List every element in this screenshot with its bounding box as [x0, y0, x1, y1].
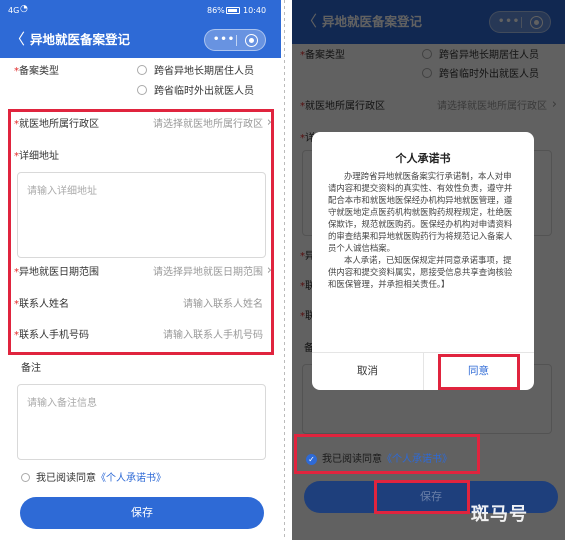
back-icon[interactable]: 〈: [10, 30, 25, 48]
date-select[interactable]: 请选择异地就医日期范围: [153, 266, 263, 280]
wifi-icon: ◔: [20, 4, 28, 14]
region-label: *就医地所属行政区: [14, 119, 99, 130]
promise-dialog: 个人承诺书 办理跨省异地就医备案实行承诺制，本人对申请内容和提交资料的真实性、有…: [312, 132, 534, 390]
agree-checkbox[interactable]: [21, 473, 30, 482]
panel-divider: [284, 0, 285, 540]
cancel-button[interactable]: 取消: [312, 352, 423, 390]
contact-phone-label: *联系人手机号码: [14, 330, 89, 341]
highlight-box-agree: [438, 354, 520, 390]
more-icon[interactable]: •••: [213, 33, 235, 47]
type-option-long-term[interactable]: 跨省异地长期居住人员: [137, 65, 254, 79]
region-select[interactable]: 请选择就医地所属行政区: [153, 118, 263, 132]
right-screen: 〈 异地就医备案登记 ••• *备案类型 跨省异地长期居住人员 跨省临时外出就医…: [292, 0, 565, 540]
mini-program-capsule: •••: [204, 29, 266, 51]
capsule-divider: [236, 35, 237, 46]
left-screen: 4G ◔ 86% 10:40 〈 异地就医备案登记 ••• *备案类型 跨省异地…: [0, 0, 281, 540]
dialog-body: 办理跨省异地就医备案实行承诺制，本人对申请内容和提交资料的真实性、有效性负责，遵…: [328, 170, 518, 290]
contact-name-input[interactable]: 请输入联系人姓名: [183, 298, 263, 312]
signal-indicator: 4G: [8, 6, 20, 15]
radio-icon: [137, 65, 147, 75]
chevron-right-icon: ›: [266, 263, 272, 278]
remarks-placeholder: 请输入备注信息: [27, 398, 97, 409]
address-textarea[interactable]: 请输入详细地址: [17, 172, 266, 258]
chevron-right-icon: ›: [266, 115, 272, 130]
save-button[interactable]: 保存: [20, 497, 264, 529]
address-placeholder: 请输入详细地址: [27, 186, 97, 197]
watermark: 斑马号: [471, 504, 528, 525]
date-label: *异地就医日期范围: [14, 267, 99, 278]
nav-bar: 〈 异地就医备案登记 •••: [0, 22, 281, 58]
remarks-textarea[interactable]: 请输入备注信息: [17, 384, 266, 460]
highlight-box-agreement: [294, 434, 480, 474]
clock: 10:40: [243, 6, 267, 15]
status-bar: 4G ◔ 86% 10:40: [0, 0, 281, 22]
dialog-title: 个人承诺书: [395, 152, 451, 165]
dialog-paragraph-2: 本人承诺，已知医保规定并同意承诺事项，提供内容和提交资料属实，愿接受信息共享查询…: [328, 255, 513, 289]
type-option-temporary[interactable]: 跨省临时外出就医人员: [137, 85, 254, 99]
battery-icon: [226, 7, 240, 14]
battery-percent: 86%: [207, 6, 225, 15]
agreement-row[interactable]: 我已阅读同意《个人承诺书》: [21, 472, 166, 486]
page-title: 异地就医备案登记: [30, 32, 131, 47]
contact-name-label: *联系人姓名: [14, 299, 69, 310]
remarks-label: 备注: [21, 363, 41, 374]
highlight-box-save: [374, 480, 470, 514]
type-label: *备案类型: [14, 66, 59, 77]
dialog-paragraph-1: 办理跨省异地就医备案实行承诺制，本人对申请内容和提交资料的真实性、有效性负责，遵…: [328, 171, 513, 253]
radio-icon: [137, 85, 147, 95]
close-target-icon[interactable]: [245, 34, 258, 47]
contact-phone-input[interactable]: 请输入联系人手机号码: [163, 329, 263, 343]
promise-link[interactable]: 《个人承诺书》: [96, 473, 166, 484]
address-label: *详细地址: [14, 151, 59, 162]
